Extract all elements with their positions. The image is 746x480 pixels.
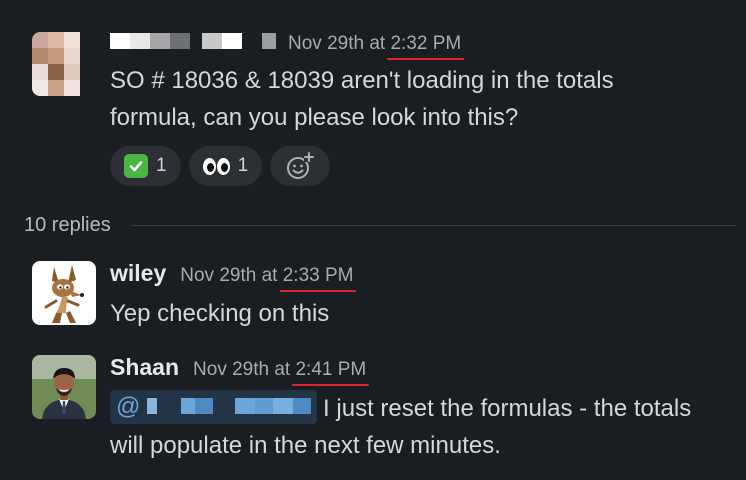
timestamp-date: Nov 29th at <box>288 33 386 54</box>
reaction-count: 1 <box>237 155 249 176</box>
sender-name[interactable]: Shaan <box>110 354 179 381</box>
message-text: @ I just reset the formulas - the totals… <box>110 390 734 464</box>
timestamp-time: 2:33 PM <box>282 265 354 286</box>
redacted-username[interactable] <box>110 31 276 51</box>
add-emoji-icon <box>287 152 315 179</box>
message-line: SO # 18036 & 18039 aren't loading in the… <box>110 67 614 94</box>
person-avatar[interactable] <box>32 355 96 419</box>
reaction-eyes[interactable]: 1 <box>188 146 263 186</box>
replies-count[interactable]: 10 replies <box>24 214 111 237</box>
reply-message: Shaan Nov 29th at 2:41 PM @ I just reset… <box>0 350 746 480</box>
message-text: Yep checking on this <box>110 300 330 327</box>
avatar[interactable] <box>32 32 96 96</box>
message-line: I just reset the formulas - the totals <box>323 395 692 422</box>
thread-parent-message: Nov 29th at 2:32 PM SO # 18036 & 18039 a… <box>0 0 746 200</box>
replies-divider: 10 replies <box>24 214 736 237</box>
timestamp-date: Nov 29th at <box>193 359 291 380</box>
sender-name[interactable]: wiley <box>110 260 166 287</box>
message-text: SO # 18036 & 18039 aren't loading in the… <box>110 62 734 136</box>
timestamp-date: Nov 29th at <box>180 265 278 286</box>
reactions-bar: 1 1 <box>110 146 331 186</box>
message-line: formula, can you please look into this? <box>110 104 519 131</box>
divider-line <box>130 225 736 226</box>
user-mention[interactable]: @ <box>110 390 318 424</box>
timestamp[interactable]: Nov 29th at 2:32 PM <box>288 33 461 55</box>
message-header: Nov 29th at 2:32 PM <box>110 31 461 55</box>
white-check-mark-icon <box>124 154 148 178</box>
message-header: Shaan Nov 29th at 2:41 PM <box>110 354 366 381</box>
coyote-avatar[interactable] <box>32 261 96 325</box>
timestamp[interactable]: Nov 29th at 2:33 PM <box>180 265 353 287</box>
message-header: wiley Nov 29th at 2:33 PM <box>110 260 353 287</box>
reply-message: wiley Nov 29th at 2:33 PM Yep checking o… <box>0 256 746 336</box>
eyes-icon <box>202 157 230 175</box>
add-reaction-button[interactable] <box>270 146 331 186</box>
reaction-check[interactable]: 1 <box>110 146 181 186</box>
redacted-mention-name <box>147 398 312 414</box>
message-line: will populate in the next few minutes. <box>110 432 501 459</box>
mention-prefix: @ <box>116 393 141 420</box>
timestamp-time: 2:32 PM <box>390 33 462 54</box>
timestamp[interactable]: Nov 29th at 2:41 PM <box>193 359 366 381</box>
reaction-count: 1 <box>156 155 167 176</box>
timestamp-time: 2:41 PM <box>295 359 367 380</box>
